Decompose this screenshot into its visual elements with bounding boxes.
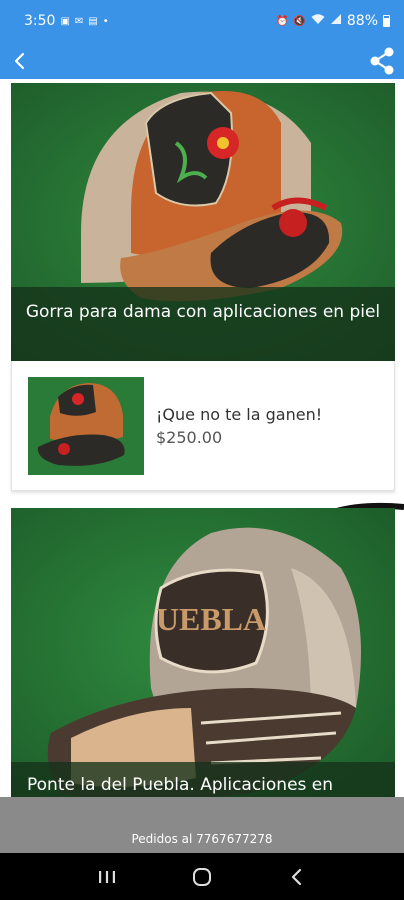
image-icon: ▣ [60, 15, 70, 27]
product-thumbnail-image [28, 377, 144, 475]
signal-icon [330, 13, 342, 29]
status-left: 3:50 ▣ ✉ ▤ • [24, 13, 109, 29]
mail-icon: ✉ [74, 15, 84, 27]
product-feed[interactable]: Gorra para dama con aplicaciones en piel… [0, 79, 404, 797]
alarm-icon: ⏰ [275, 15, 289, 27]
dot-icon: • [102, 15, 109, 27]
battery-text: 88% [346, 13, 378, 29]
product-card-2[interactable]: UEBLA Ponte la del Puebla. Aplicaciones … [11, 508, 395, 797]
footer-contact: Pedidos al 7767677278 [0, 797, 404, 853]
battery-icon [383, 15, 390, 27]
status-right: ⏰ 🔇 88% [276, 13, 390, 29]
recents-button[interactable] [87, 857, 127, 897]
app-bar [0, 42, 404, 79]
offer-thumbnail [28, 377, 144, 475]
status-bar: 3:50 ▣ ✉ ▤ • ⏰ 🔇 88% [0, 0, 404, 42]
product-image-cap-puebla: UEBLA [11, 508, 395, 797]
back-button[interactable] [4, 45, 36, 77]
offer-title: ¡Que no te la ganen! [156, 405, 323, 424]
chevron-left-icon [14, 52, 25, 69]
patch-text: UEBLA [156, 601, 266, 637]
system-nav-bar [0, 853, 404, 900]
product-caption: Gorra para dama con aplicaciones en piel [11, 287, 395, 361]
back-icon [291, 868, 301, 885]
share-icon [370, 47, 394, 74]
mute-icon: 🔇 [293, 15, 306, 27]
product-caption: Ponte la del Puebla. Aplicaciones en [11, 762, 395, 797]
status-time: 3:50 [24, 13, 56, 29]
recents-icon [99, 870, 116, 883]
news-icon: ▤ [88, 15, 98, 27]
offer-card[interactable]: ¡Que no te la ganen! $250.00 [11, 361, 395, 491]
share-button[interactable] [366, 45, 398, 77]
home-icon [192, 867, 211, 886]
offer-price: $250.00 [156, 428, 223, 447]
home-button[interactable] [182, 857, 222, 897]
offer-text: ¡Que no te la ganen! $250.00 [156, 405, 322, 447]
wifi-icon [311, 13, 325, 29]
back-nav-button[interactable] [277, 857, 317, 897]
footer-text: Pedidos al 7767677278 [131, 832, 273, 846]
product-card-1[interactable]: Gorra para dama con aplicaciones en piel [11, 83, 395, 361]
